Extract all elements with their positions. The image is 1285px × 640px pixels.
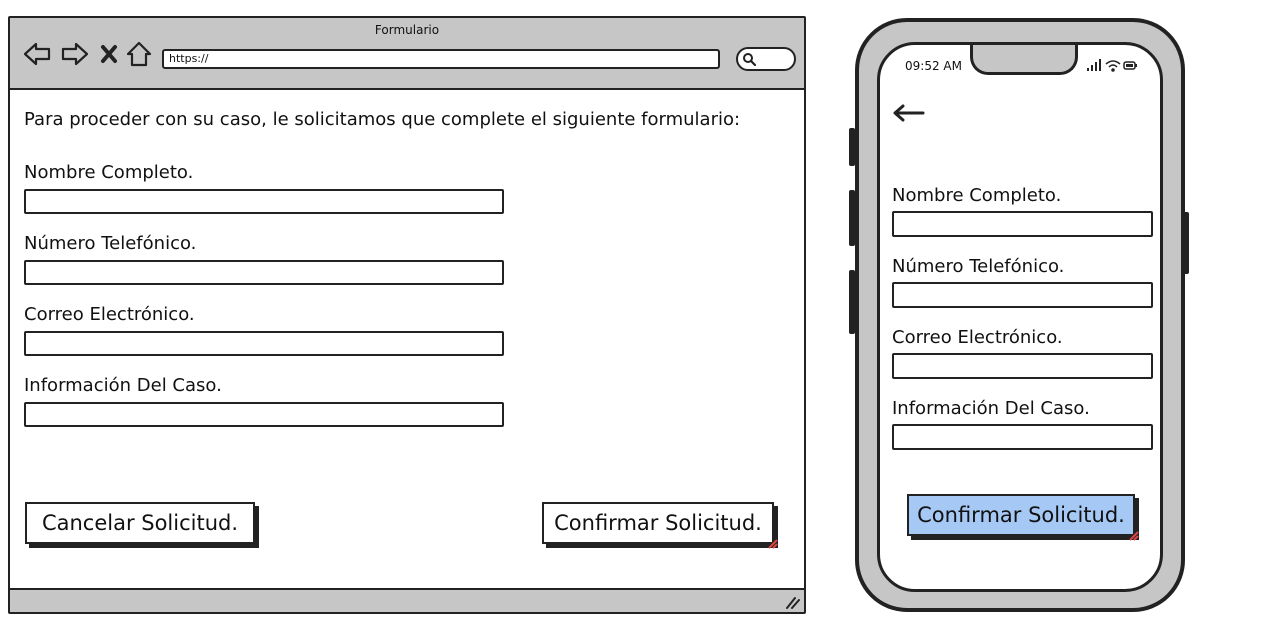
resize-corner-icon xyxy=(768,539,778,549)
input-correo[interactable] xyxy=(24,331,504,356)
status-time: 09:52 AM xyxy=(905,59,962,73)
wifi-icon xyxy=(1105,60,1121,72)
phone-confirm-button-label: Confirmar Solicitud. xyxy=(917,503,1125,527)
label-informacion: Información Del Caso. xyxy=(24,375,222,396)
confirm-button-label: Confirmar Solicitud. xyxy=(554,511,762,535)
battery-icon xyxy=(1123,61,1137,70)
cancel-button[interactable]: Cancelar Solicitud. xyxy=(25,502,255,544)
phone-input-telefono[interactable] xyxy=(892,282,1153,308)
phone-input-informacion[interactable] xyxy=(892,424,1153,450)
confirm-button[interactable]: Confirmar Solicitud. xyxy=(542,502,778,549)
resize-grip-icon[interactable] xyxy=(784,595,800,609)
input-telefono[interactable] xyxy=(24,260,504,285)
form-intro-text: Para proceder con su caso, le solicitamo… xyxy=(24,109,741,130)
back-arrow-icon[interactable] xyxy=(22,40,52,68)
browser-toolbar: Formulario https:// xyxy=(10,18,804,90)
phone-screen: 09:52 AM Nombre Completo. Número Telefón… xyxy=(877,42,1163,592)
browser-window: Formulario https:// Para proceder con su… xyxy=(8,16,806,614)
close-x-icon[interactable] xyxy=(98,40,120,68)
status-icons xyxy=(1087,59,1137,72)
back-arrow-icon[interactable] xyxy=(892,103,926,123)
search-icon xyxy=(743,53,756,66)
home-icon[interactable] xyxy=(124,40,154,68)
phone-frame: 09:52 AM Nombre Completo. Número Telefón… xyxy=(855,18,1185,612)
label-correo: Correo Electrónico. xyxy=(24,304,195,325)
phone-label-telefono: Número Telefónico. xyxy=(892,256,1065,277)
phone-input-nombre[interactable] xyxy=(892,211,1153,237)
browser-statusbar xyxy=(10,588,804,612)
input-informacion[interactable] xyxy=(24,402,504,427)
search-button[interactable] xyxy=(736,47,796,71)
label-nombre: Nombre Completo. xyxy=(24,162,194,183)
phone-label-nombre: Nombre Completo. xyxy=(892,185,1062,206)
signal-icon xyxy=(1087,59,1101,71)
forward-arrow-icon[interactable] xyxy=(60,40,90,68)
window-title: Formulario xyxy=(374,23,440,37)
phone-confirm-button[interactable]: Confirmar Solicitud. xyxy=(907,494,1139,541)
phone-notch xyxy=(970,45,1078,75)
input-nombre[interactable] xyxy=(24,189,504,214)
phone-label-informacion: Información Del Caso. xyxy=(892,398,1090,419)
phone-label-correo: Correo Electrónico. xyxy=(892,327,1063,348)
resize-corner-icon xyxy=(1129,531,1139,541)
url-input[interactable]: https:// xyxy=(162,49,720,69)
phone-input-correo[interactable] xyxy=(892,353,1153,379)
label-telefono: Número Telefónico. xyxy=(24,233,197,254)
